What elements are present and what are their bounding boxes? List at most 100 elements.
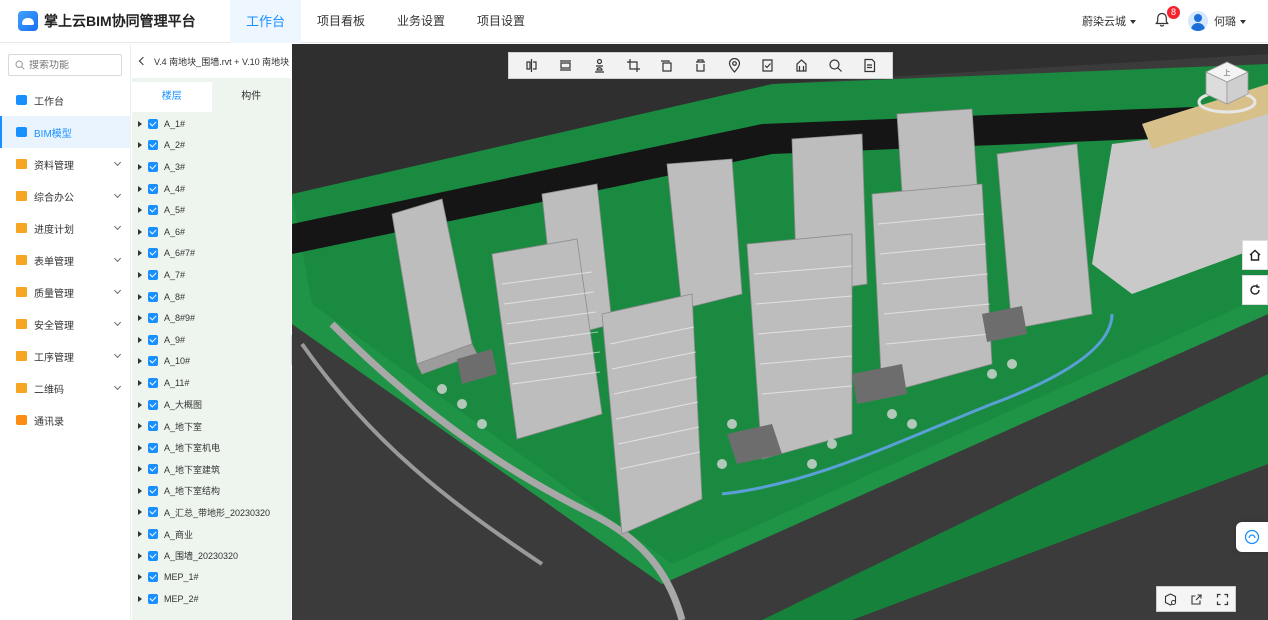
tree-node[interactable]: A_2#: [132, 135, 291, 157]
node-checkbox[interactable]: [148, 183, 158, 194]
expand-arrow-icon[interactable]: [138, 423, 142, 430]
avatar[interactable]: [1188, 11, 1208, 31]
expand-arrow-icon[interactable]: [138, 142, 142, 149]
section-button[interactable]: [522, 56, 542, 76]
back-arrow-icon[interactable]: [138, 56, 148, 66]
section-box-button[interactable]: [556, 56, 576, 76]
sidebar-item-7[interactable]: 安全管理: [0, 308, 130, 340]
expand-arrow-icon[interactable]: [138, 185, 142, 192]
expand-arrow-icon[interactable]: [138, 228, 142, 235]
nav-tab-3[interactable]: 项目设置: [461, 0, 541, 43]
tree-node[interactable]: A_8#9#: [132, 307, 291, 329]
delete-button[interactable]: [690, 56, 710, 76]
tree-node[interactable]: A_地下室建筑: [132, 459, 291, 481]
location-button[interactable]: [724, 56, 744, 76]
node-checkbox[interactable]: [148, 377, 158, 388]
sidebar-item-6[interactable]: 质量管理: [0, 276, 130, 308]
node-checkbox[interactable]: [148, 313, 158, 324]
logo[interactable]: 掌上云BIM协同管理平台: [0, 11, 230, 31]
tree-tab-0[interactable]: 楼层: [132, 82, 212, 112]
sidebar-item-1[interactable]: BIM模型: [0, 116, 130, 148]
node-checkbox[interactable]: [148, 550, 158, 561]
crop-button[interactable]: [623, 56, 643, 76]
checklist-button[interactable]: [758, 56, 778, 76]
expand-arrow-icon[interactable]: [138, 401, 142, 408]
tree-node[interactable]: A_6#7#: [132, 243, 291, 265]
assistant-button[interactable]: [1236, 522, 1268, 552]
expand-arrow-icon[interactable]: [138, 466, 142, 473]
tree-node[interactable]: A_围墙_20230320: [132, 545, 291, 567]
node-checkbox[interactable]: [148, 140, 158, 151]
tree-node[interactable]: A_1#: [132, 113, 291, 135]
nav-tab-2[interactable]: 业务设置: [381, 0, 461, 43]
document-button[interactable]: [859, 56, 879, 76]
node-checkbox[interactable]: [148, 118, 158, 129]
expand-arrow-icon[interactable]: [138, 207, 142, 214]
sidebar-item-0[interactable]: 工作台: [0, 84, 130, 116]
expand-arrow-icon[interactable]: [138, 595, 142, 602]
node-checkbox[interactable]: [148, 334, 158, 345]
node-checkbox[interactable]: [148, 442, 158, 453]
sidebar-item-2[interactable]: 资料管理: [0, 148, 130, 180]
nav-tab-1[interactable]: 项目看板: [301, 0, 381, 43]
model-settings-button[interactable]: [1162, 591, 1178, 607]
tree-node[interactable]: A_5#: [132, 199, 291, 221]
tree-node[interactable]: A_3#: [132, 156, 291, 178]
tree-node[interactable]: MEP_1#: [132, 566, 291, 588]
tree-node[interactable]: A_8#: [132, 286, 291, 308]
node-checkbox[interactable]: [148, 161, 158, 172]
expand-arrow-icon[interactable]: [138, 336, 142, 343]
node-checkbox[interactable]: [148, 507, 158, 518]
node-checkbox[interactable]: [148, 269, 158, 280]
bim-3d-viewer[interactable]: 上: [292, 44, 1268, 620]
expand-arrow-icon[interactable]: [138, 379, 142, 386]
tree-node[interactable]: A_4#: [132, 178, 291, 200]
tree-node[interactable]: A_7#: [132, 264, 291, 286]
node-checkbox[interactable]: [148, 529, 158, 540]
sidebar-item-4[interactable]: 进度计划: [0, 212, 130, 244]
org-selector[interactable]: 蔚染云城: [1082, 13, 1136, 29]
node-checkbox[interactable]: [148, 572, 158, 583]
roam-button[interactable]: [589, 56, 609, 76]
reset-view-button[interactable]: [1242, 275, 1268, 305]
search-button[interactable]: [825, 56, 845, 76]
node-checkbox[interactable]: [148, 593, 158, 604]
expand-arrow-icon[interactable]: [138, 552, 142, 559]
expand-arrow-icon[interactable]: [138, 315, 142, 322]
node-checkbox[interactable]: [148, 485, 158, 496]
user-menu[interactable]: 何璐: [1214, 13, 1246, 29]
expand-arrow-icon[interactable]: [138, 509, 142, 516]
expand-arrow-icon[interactable]: [138, 444, 142, 451]
expand-arrow-icon[interactable]: [138, 358, 142, 365]
tree-node[interactable]: A_11#: [132, 372, 291, 394]
tree-tab-1[interactable]: 构件: [212, 82, 292, 112]
node-checkbox[interactable]: [148, 464, 158, 475]
home-view-button[interactable]: [1242, 240, 1268, 270]
expand-arrow-icon[interactable]: [138, 271, 142, 278]
tree-node[interactable]: A_商业: [132, 523, 291, 545]
sidebar-item-10[interactable]: 通讯录: [0, 404, 130, 436]
tree-node[interactable]: MEP_2#: [132, 588, 291, 610]
node-checkbox[interactable]: [148, 421, 158, 432]
node-checkbox[interactable]: [148, 205, 158, 216]
node-checkbox[interactable]: [148, 356, 158, 367]
node-checkbox[interactable]: [148, 226, 158, 237]
model-file-path[interactable]: V.4 南地块_围墙.rvt + V.10 南地块: [132, 44, 291, 78]
expand-arrow-icon[interactable]: [138, 487, 142, 494]
layers-button[interactable]: [657, 56, 677, 76]
explode-button[interactable]: [792, 56, 812, 76]
node-checkbox[interactable]: [148, 248, 158, 259]
tree-node[interactable]: A_地下室: [132, 415, 291, 437]
nav-tab-0[interactable]: 工作台: [230, 0, 302, 43]
sidebar-search[interactable]: [8, 54, 122, 76]
expand-arrow-icon[interactable]: [138, 293, 142, 300]
tree-node[interactable]: A_6#: [132, 221, 291, 243]
sidebar-item-5[interactable]: 表单管理: [0, 244, 130, 276]
fullscreen-button[interactable]: [1214, 591, 1230, 607]
open-external-button[interactable]: [1188, 591, 1204, 607]
sidebar-item-3[interactable]: 综合办公: [0, 180, 130, 212]
search-input[interactable]: [29, 59, 119, 71]
tree-node[interactable]: A_地下室结构: [132, 480, 291, 502]
tree-node[interactable]: A_大概图: [132, 394, 291, 416]
tree-node[interactable]: A_9#: [132, 329, 291, 351]
